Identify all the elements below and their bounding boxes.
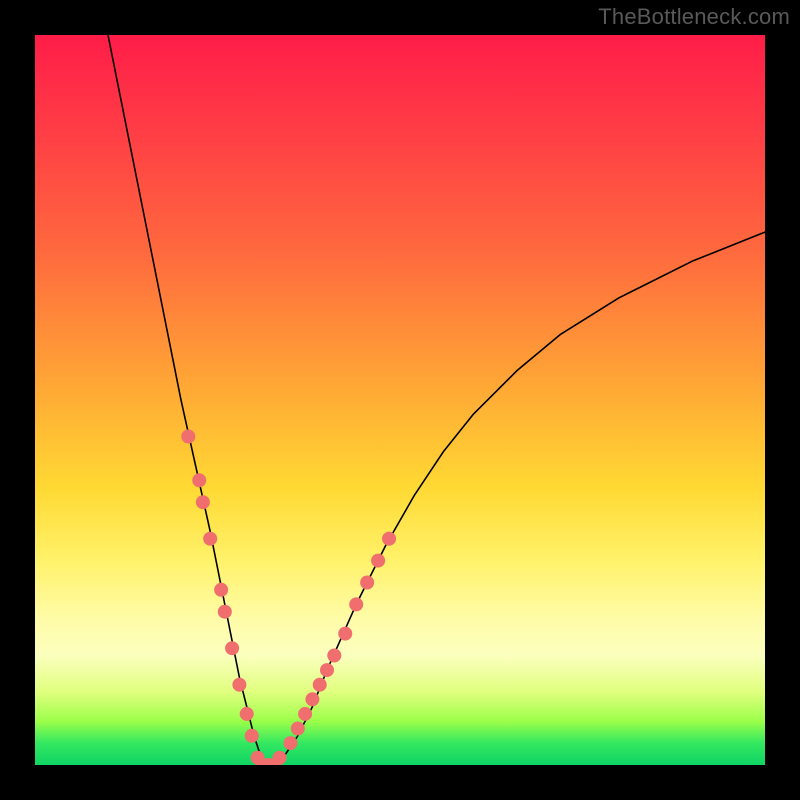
chart-container: TheBottleneck.com [0,0,800,800]
marker-point [360,576,374,590]
marker-point [313,678,327,692]
marker-point [291,722,305,736]
marker-point [232,678,246,692]
marker-point [181,430,195,444]
marker-point [218,605,232,619]
marker-point [225,641,239,655]
marker-point [305,692,319,706]
chart-svg [35,35,765,765]
marker-group [181,430,396,766]
marker-point [196,495,210,509]
marker-point [349,597,363,611]
marker-point [327,649,341,663]
marker-point [382,532,396,546]
marker-point [371,554,385,568]
marker-point [338,627,352,641]
marker-point [284,736,298,750]
marker-point [192,473,206,487]
marker-point [245,729,259,743]
marker-point [214,583,228,597]
marker-point [203,532,217,546]
bottleneck-curve [108,35,765,765]
marker-point [298,707,312,721]
marker-point [273,751,287,765]
marker-point [240,707,254,721]
marker-point [320,663,334,677]
watermark-text: TheBottleneck.com [598,4,790,30]
